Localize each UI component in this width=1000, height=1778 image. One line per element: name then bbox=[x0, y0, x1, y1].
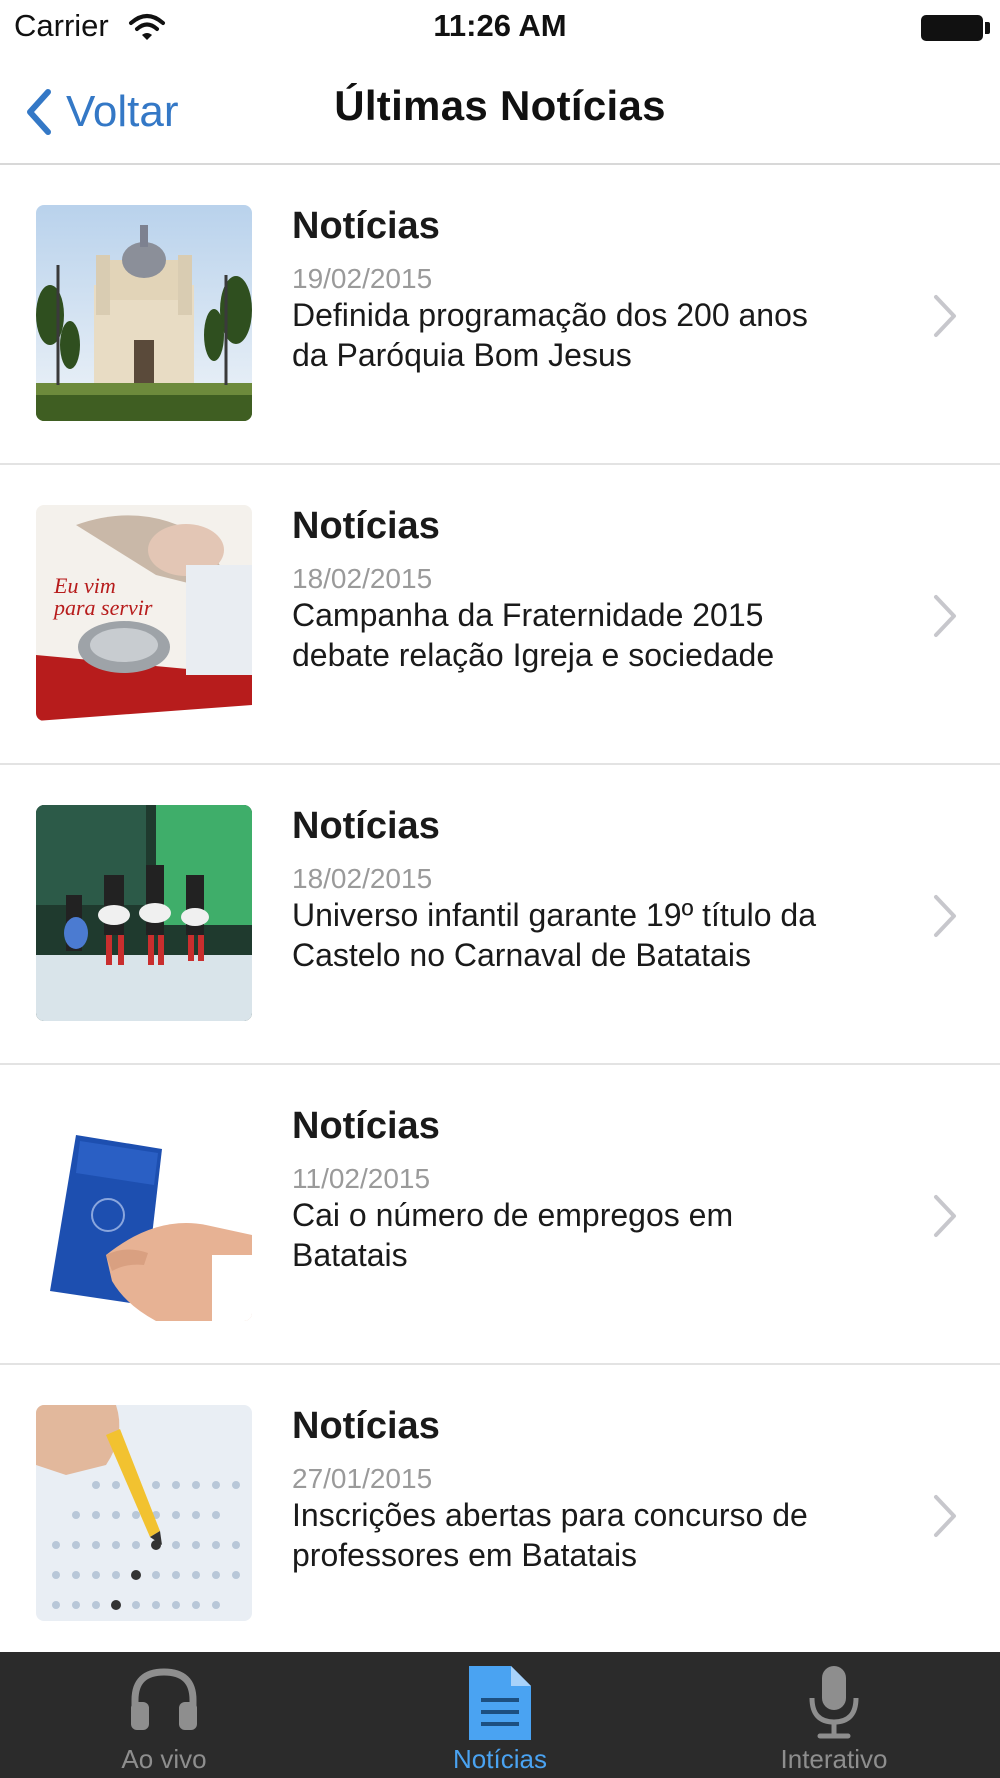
svg-text:para servir: para servir bbox=[52, 595, 153, 620]
news-category: Notícias bbox=[292, 1405, 440, 1447]
headline-line: professores em Batatais bbox=[292, 1537, 638, 1573]
headline-line: Definida programação dos 200 anos bbox=[292, 297, 808, 333]
work-card-photo bbox=[36, 1105, 252, 1321]
headline-line: debate relação Igreja e sociedade bbox=[292, 637, 775, 673]
news-headline: Campanha da Fraternidade 2015 debate rel… bbox=[292, 595, 892, 675]
tab-bar: Ao vivo Notícias Interativo bbox=[0, 1652, 1000, 1778]
battery-tip bbox=[985, 22, 990, 34]
news-headline: Definida programação dos 200 anos da Par… bbox=[292, 295, 892, 375]
news-date: 18/02/2015 bbox=[292, 563, 433, 594]
headline-line: Cai o número de empregos em bbox=[292, 1197, 734, 1233]
news-category: Notícias bbox=[292, 505, 440, 547]
news-row[interactable]: Notícias 18/02/2015 Universo infantil ga… bbox=[0, 765, 1000, 1065]
headphones-icon bbox=[131, 1668, 197, 1730]
headline-line: Inscrições abertas para concurso de bbox=[292, 1497, 808, 1533]
carnival-parade-photo bbox=[36, 805, 252, 1021]
page-title: Últimas Notícias bbox=[334, 82, 666, 129]
tab-label: Notícias bbox=[453, 1744, 547, 1774]
nav-bar: Voltar Últimas Notícias bbox=[0, 56, 1000, 165]
church-photo bbox=[36, 205, 252, 421]
battery-icon bbox=[921, 15, 983, 41]
news-row[interactable]: Notícias 27/01/2015 Inscrições abertas p… bbox=[0, 1365, 1000, 1665]
chevron-right-icon bbox=[934, 595, 956, 637]
news-row[interactable]: Notícias 11/02/2015 Cai o número de empr… bbox=[0, 1065, 1000, 1365]
document-icon bbox=[469, 1666, 531, 1740]
headline-line: Universo infantil garante 19º título da bbox=[292, 897, 816, 933]
tab-ao-vivo[interactable]: Ao vivo bbox=[54, 1652, 274, 1778]
news-category: Notícias bbox=[292, 1105, 440, 1147]
tab-label: Ao vivo bbox=[121, 1744, 207, 1774]
chevron-right-icon bbox=[934, 1495, 956, 1537]
news-date: 27/01/2015 bbox=[292, 1463, 433, 1494]
campaign-poster-photo: Eu vim para servir bbox=[36, 505, 252, 721]
news-headline: Cai o número de empregos em Batatais bbox=[292, 1195, 892, 1275]
news-category: Notícias bbox=[292, 805, 440, 847]
tab-label: Interativo bbox=[780, 1744, 888, 1774]
headline-line: Campanha da Fraternidade 2015 bbox=[292, 597, 764, 633]
chevron-right-icon bbox=[934, 895, 956, 937]
news-list: Notícias 19/02/2015 Definida programação… bbox=[0, 165, 1000, 1665]
news-row[interactable]: Eu vim para servir Notícias 18/02/2015 C… bbox=[0, 465, 1000, 765]
news-date: 18/02/2015 bbox=[292, 863, 433, 894]
chevron-right-icon bbox=[934, 295, 956, 337]
status-bar: Carrier 11:26 AM bbox=[0, 0, 1000, 56]
headline-line: Castelo no Carnaval de Batatais bbox=[292, 937, 751, 973]
headline-line: Batatais bbox=[292, 1237, 408, 1273]
news-date: 19/02/2015 bbox=[292, 263, 433, 294]
news-row[interactable]: Notícias 19/02/2015 Definida programação… bbox=[0, 165, 1000, 465]
tab-interativo[interactable]: Interativo bbox=[724, 1652, 944, 1778]
headline-line: da Paróquia Bom Jesus bbox=[292, 337, 632, 373]
news-date: 11/02/2015 bbox=[292, 1163, 431, 1194]
tab-noticias[interactable]: Notícias bbox=[390, 1652, 610, 1778]
news-headline: Universo infantil garante 19º título da … bbox=[292, 895, 892, 975]
microphone-icon bbox=[809, 1666, 859, 1739]
news-category: Notícias bbox=[292, 205, 440, 247]
exam-sheet-photo bbox=[36, 1405, 252, 1621]
chevron-right-icon bbox=[934, 1195, 956, 1237]
status-time: 11:26 AM bbox=[433, 8, 567, 43]
news-headline: Inscrições abertas para concurso de prof… bbox=[292, 1495, 892, 1575]
